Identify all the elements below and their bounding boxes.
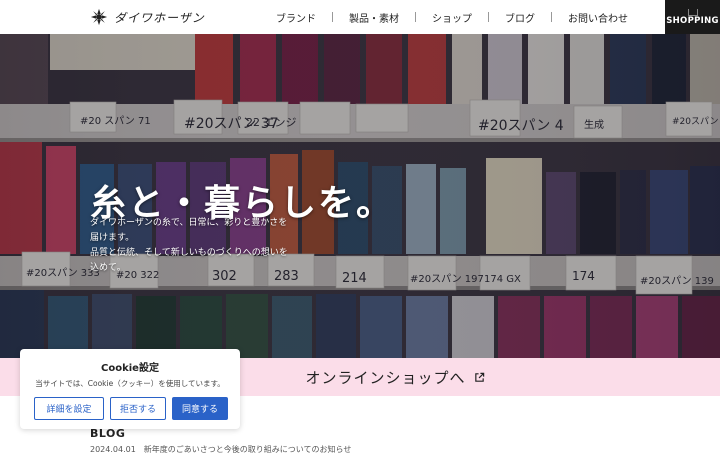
cookie-title: Cookie設定 xyxy=(101,363,159,374)
nav-item-contact[interactable]: お問い合わせ xyxy=(552,0,644,34)
cookie-consent-dialog: Cookie設定 当サイトでは、Cookie（クッキー）を使用しています。 詳細… xyxy=(20,349,240,429)
nav-item-shop[interactable]: ショップ xyxy=(416,0,488,34)
cookie-button-group: 詳細を設定 拒否する 同意する xyxy=(34,397,228,420)
shopping-bag-icon xyxy=(687,9,698,16)
site-logo[interactable]: ダイワホーザン xyxy=(90,8,205,26)
site-header: ダイワホーザン ブランド 製品・素材 ショップ ブログ お問い合わせ SHOPP… xyxy=(0,0,720,34)
banner-text: オンラインショップへ xyxy=(305,368,466,387)
cookie-settings-button[interactable]: 詳細を設定 xyxy=(34,397,104,420)
cookie-message: 当サイトでは、Cookie（クッキー）を使用しています。 xyxy=(35,379,225,388)
shopping-label: SHOPPING xyxy=(666,16,719,26)
external-link-icon xyxy=(474,372,484,382)
flower-logo-icon xyxy=(90,8,108,26)
nav-item-blog[interactable]: ブログ xyxy=(489,0,551,34)
logo-text: ダイワホーザン xyxy=(114,10,205,25)
main-nav: ブランド 製品・素材 ショップ ブログ お問い合わせ xyxy=(260,0,644,34)
nav-item-products[interactable]: 製品・素材 xyxy=(333,0,415,34)
hero-subtitle: ダイワホーザンの糸で、日常に、彩りと豊かさを届けます。 品質と伝統、そして新しい… xyxy=(90,216,290,276)
nav-item-brand[interactable]: ブランド xyxy=(260,0,332,34)
hero-subtitle-line1: ダイワホーザンの糸で、日常に、彩りと豊かさを届けます。 xyxy=(90,218,288,243)
hero-subtitle-line2: 品質と伝統、そして新しいものづくりへの想いを込めて。 xyxy=(90,248,288,273)
shopping-button[interactable]: SHOPPING xyxy=(665,0,720,34)
cookie-accept-button[interactable]: 同意する xyxy=(172,397,228,420)
hero-section: #20 スパン 71 #20スパン 37 22 エンジ #20スパン 4 生成 … xyxy=(0,34,720,358)
cookie-reject-button[interactable]: 拒否する xyxy=(110,397,166,420)
